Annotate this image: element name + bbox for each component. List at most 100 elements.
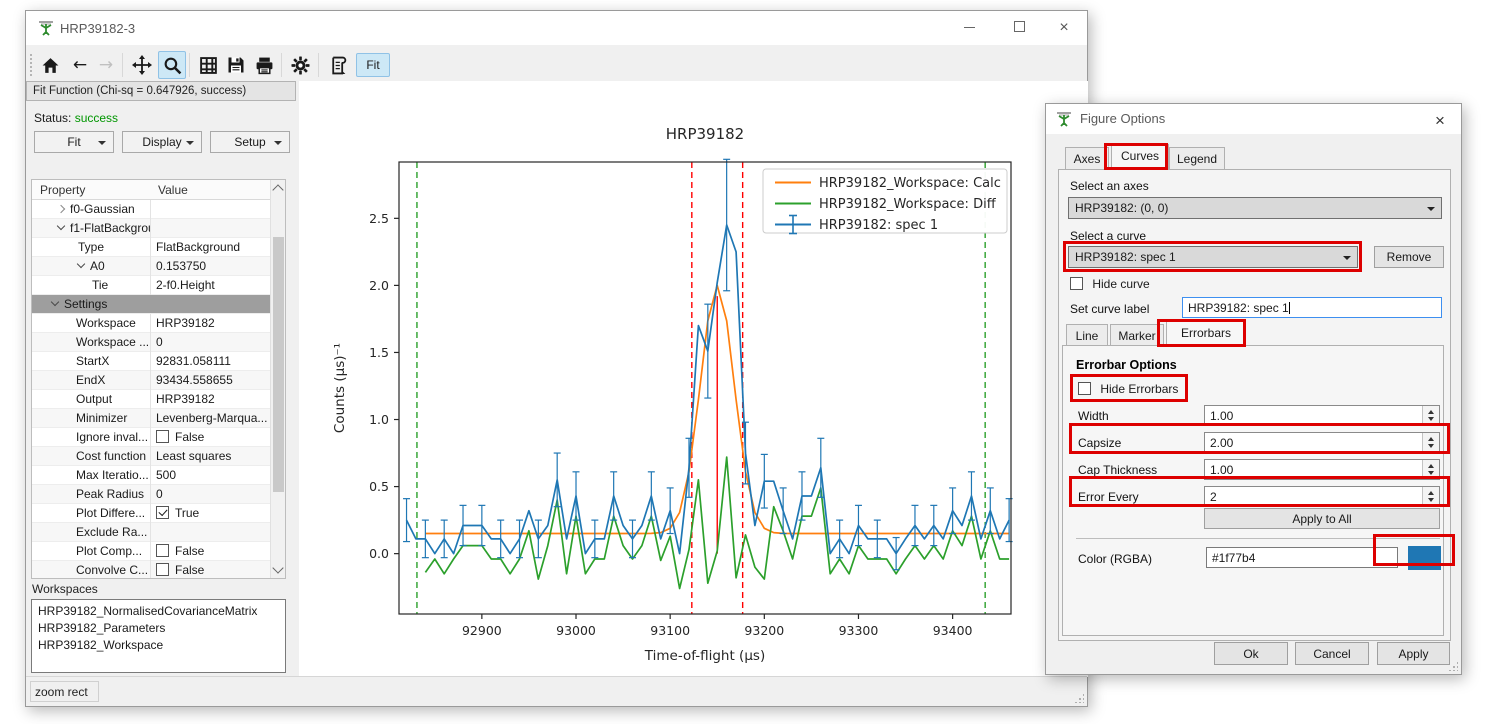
property-value[interactable]: 93434.558655 <box>150 371 271 390</box>
script-tool-button[interactable] <box>324 51 352 79</box>
property-value[interactable]: False <box>150 561 271 579</box>
width-spinbox[interactable]: 1.00 <box>1204 405 1440 426</box>
cap-thickness-spinbox[interactable]: 1.00 <box>1204 459 1440 480</box>
fit-menu-button[interactable]: Fit <box>34 131 114 153</box>
property-value[interactable]: FlatBackground <box>150 238 271 257</box>
spin-up-icon[interactable] <box>1428 410 1434 414</box>
property-row-workspace-[interactable]: Workspace ...0 <box>32 333 271 352</box>
property-value[interactable]: 2-f0.Height <box>150 276 271 295</box>
close-button[interactable]: × <box>1049 17 1079 39</box>
apply-button[interactable]: Apply <box>1377 642 1450 665</box>
tab-axes[interactable]: Axes <box>1065 147 1109 170</box>
dialog-close-icon[interactable]: × <box>1427 109 1453 133</box>
capsize-spinbox[interactable]: 2.00 <box>1204 432 1440 453</box>
property-row-ignore-inval-[interactable]: Ignore inval...False <box>32 428 271 447</box>
property-table-scrollbar[interactable] <box>270 180 285 578</box>
property-value[interactable]: Least squares <box>150 447 271 466</box>
grid-subplots-tool-button[interactable] <box>194 51 222 79</box>
print-tool-button[interactable] <box>250 51 278 79</box>
hide-errorbars-checkbox[interactable] <box>1078 382 1091 395</box>
chevron-down-icon[interactable] <box>51 298 59 306</box>
property-value[interactable]: False <box>150 542 271 561</box>
resize-grip-icon[interactable] <box>1074 693 1084 703</box>
scroll-down-icon[interactable] <box>272 562 283 573</box>
settings-tool-button[interactable] <box>286 51 314 79</box>
property-row-startx[interactable]: StartX92831.058111 <box>32 352 271 371</box>
property-row-f1-flatbackground[interactable]: f1-FlatBackground <box>32 219 271 238</box>
property-row-plot-comp-[interactable]: Plot Comp...False <box>32 542 271 561</box>
fit-tool-button[interactable]: Fit <box>356 53 390 77</box>
property-row-minimizer[interactable]: MinimizerLevenberg-Marqua... <box>32 409 271 428</box>
property-row-tie[interactable]: Tie2-f0.Height <box>32 276 271 295</box>
color-swatch[interactable] <box>1408 546 1441 570</box>
forward-tool-button[interactable]: → <box>92 51 120 79</box>
value-checkbox[interactable] <box>156 563 169 576</box>
value-checkbox[interactable] <box>156 544 169 557</box>
property-row-type[interactable]: TypeFlatBackground <box>32 238 271 257</box>
workspace-list-item[interactable]: HRP39182_Parameters <box>38 620 279 637</box>
workspace-list-item[interactable]: HRP39182_Workspace <box>38 637 279 654</box>
maximize-button[interactable] <box>1004 17 1034 39</box>
property-value[interactable]: Levenberg-Marqua... <box>150 409 271 428</box>
spin-down-icon[interactable] <box>1428 471 1434 475</box>
property-row-convolve-c-[interactable]: Convolve C...False <box>32 561 271 579</box>
chevron-down-icon[interactable] <box>57 222 65 230</box>
spin-buttons[interactable] <box>1422 433 1439 452</box>
setup-menu-button[interactable]: Setup <box>210 131 290 153</box>
value-checkbox[interactable] <box>156 430 169 443</box>
property-value[interactable]: 0.153750 <box>150 257 271 276</box>
property-row-workspace[interactable]: WorkspaceHRP39182 <box>32 314 271 333</box>
save-tool-button[interactable] <box>222 51 250 79</box>
property-value[interactable]: 500 <box>150 466 271 485</box>
subtab-errorbars[interactable]: Errorbars <box>1166 321 1246 347</box>
curve-label-input[interactable]: HRP39182: spec 1 <box>1182 297 1442 318</box>
property-value[interactable]: HRP39182 <box>150 390 271 409</box>
property-value[interactable]: 92831.058111 <box>150 352 271 371</box>
scroll-up-icon[interactable] <box>272 184 283 195</box>
curve-combobox[interactable]: HRP39182: spec 1 <box>1068 246 1358 268</box>
property-row-cost-function[interactable]: Cost functionLeast squares <box>32 447 271 466</box>
workspace-list-item[interactable]: HRP39182_NormalisedCovarianceMatrix <box>38 603 279 620</box>
property-value[interactable]: 0 <box>150 333 271 352</box>
home-tool-button[interactable] <box>36 51 64 79</box>
spin-buttons[interactable] <box>1422 460 1439 479</box>
property-row-endx[interactable]: EndX93434.558655 <box>32 371 271 390</box>
hide-curve-checkbox[interactable] <box>1070 277 1083 290</box>
property-row-a0[interactable]: A00.153750 <box>32 257 271 276</box>
tab-curves[interactable]: Curves <box>1111 144 1169 170</box>
property-row-plot-differe-[interactable]: Plot Differe...True <box>32 504 271 523</box>
spin-up-icon[interactable] <box>1428 464 1434 468</box>
chevron-down-icon[interactable] <box>77 260 85 268</box>
property-value[interactable]: False <box>150 428 271 447</box>
property-value[interactable] <box>150 219 271 238</box>
tab-legend[interactable]: Legend <box>1169 147 1225 170</box>
plot-canvas[interactable]: 9290093000931009320093300934000.00.51.01… <box>299 81 1088 677</box>
property-value[interactable]: 0 <box>150 485 271 504</box>
property-value[interactable] <box>150 523 271 542</box>
spin-down-icon[interactable] <box>1428 417 1434 421</box>
pan-tool-button[interactable] <box>128 51 156 79</box>
color-input[interactable]: #1f77b4 <box>1206 547 1398 568</box>
spin-up-icon[interactable] <box>1428 437 1434 441</box>
chevron-right-icon[interactable] <box>57 205 65 213</box>
property-row-peak-radius[interactable]: Peak Radius0 <box>32 485 271 504</box>
axes-combobox[interactable]: HRP39182: (0, 0) <box>1068 197 1442 219</box>
output-workspaces-list[interactable]: HRP39182_NormalisedCovarianceMatrixHRP39… <box>31 599 286 673</box>
property-value[interactable]: HRP39182 <box>150 314 271 333</box>
scrollbar-thumb[interactable] <box>273 237 284 492</box>
spin-down-icon[interactable] <box>1428 498 1434 502</box>
property-value[interactable] <box>150 200 271 219</box>
property-row-output[interactable]: OutputHRP39182 <box>32 390 271 409</box>
cancel-button[interactable]: Cancel <box>1295 642 1369 665</box>
property-value[interactable]: True <box>150 504 271 523</box>
spin-buttons[interactable] <box>1422 487 1439 506</box>
error-every-spinbox[interactable]: 2 <box>1204 486 1440 507</box>
remove-curve-button[interactable]: Remove <box>1374 246 1444 268</box>
property-row-f0-gaussian[interactable]: f0-Gaussian <box>32 200 271 219</box>
apply-to-all-button[interactable]: Apply to All <box>1204 508 1440 529</box>
subtab-line[interactable]: Line <box>1066 324 1108 347</box>
back-tool-button[interactable]: ← <box>66 51 94 79</box>
ok-button[interactable]: Ok <box>1214 642 1288 665</box>
minimize-button[interactable] <box>954 17 984 39</box>
property-row-settings[interactable]: Settings <box>32 295 271 314</box>
